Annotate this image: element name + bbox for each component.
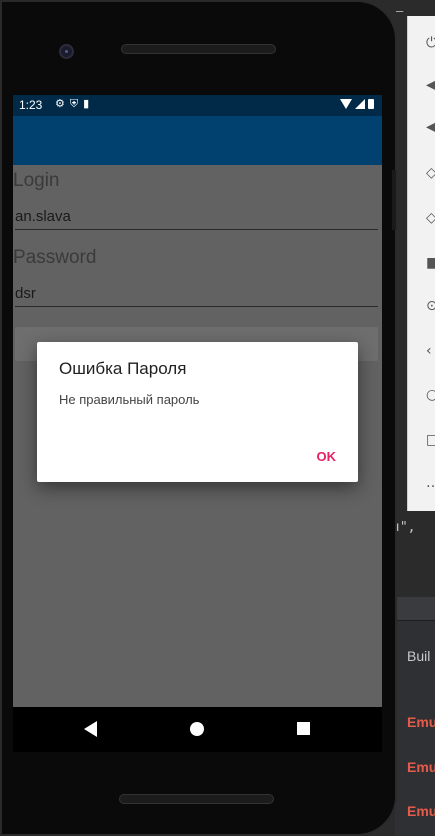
more-icon[interactable]: … bbox=[426, 476, 435, 490]
navigation-bar bbox=[13, 707, 382, 752]
status-time: 1:23 bbox=[19, 98, 43, 112]
dialog-message: Не правильный пароль bbox=[59, 392, 200, 407]
emulator-toolbar: ⏻ ◀ ◀ ◇ ◇ ■ ⊙ ‹ ○ □ … bbox=[407, 16, 435, 511]
back-tool-icon[interactable]: ‹ bbox=[426, 344, 435, 358]
signal-icon bbox=[355, 99, 365, 109]
dialog-title: Ошибка Пароля bbox=[59, 359, 187, 378]
error-item-2[interactable]: Emu bbox=[407, 759, 435, 775]
build-tab-label[interactable]: Buil bbox=[407, 648, 430, 664]
zoom-icon[interactable]: ⊙ bbox=[426, 299, 435, 313]
dialog-ok-button[interactable]: OK bbox=[317, 449, 337, 464]
status-icons-right bbox=[340, 99, 374, 109]
error-item-1[interactable]: Emu bbox=[407, 714, 435, 730]
phone-side-button bbox=[392, 170, 396, 230]
back-icon[interactable] bbox=[84, 721, 97, 737]
power-icon[interactable]: ⏻ bbox=[426, 36, 435, 50]
top-speaker bbox=[121, 44, 276, 54]
bottom-speaker bbox=[119, 794, 274, 804]
status-bar: 1:23 ⚙ ⛨ ▮ bbox=[13, 95, 382, 116]
rotate-left-icon[interactable]: ◇ bbox=[426, 166, 435, 180]
volume-up-icon[interactable]: ◀ bbox=[426, 78, 435, 92]
build-panel-header bbox=[395, 597, 435, 621]
window-minimize-dash[interactable]: – bbox=[396, 4, 403, 18]
error-dialog: Ошибка Пароля Не правильный пароль OK bbox=[37, 342, 358, 482]
front-camera bbox=[59, 44, 74, 59]
battery-icon bbox=[368, 99, 374, 109]
wifi-icon bbox=[340, 99, 352, 109]
home-icon[interactable] bbox=[190, 722, 204, 736]
home-tool-icon[interactable]: ○ bbox=[426, 388, 435, 402]
password-label: Password bbox=[13, 247, 97, 268]
settings-icon: ⚙ bbox=[55, 98, 65, 110]
sd-card-icon: ▮ bbox=[83, 98, 90, 110]
error-item-3[interactable]: Emu bbox=[407, 803, 435, 819]
desktop-screen: – ⏻ ◀ ◀ ◇ ◇ ■ ⊙ ‹ ○ □ … я", Buil Emu Emu… bbox=[0, 0, 435, 836]
status-icons-left: ⚙ ⛨ ▮ bbox=[55, 98, 89, 110]
login-input[interactable]: an.slava bbox=[15, 204, 378, 230]
login-label: Login bbox=[13, 170, 60, 191]
overview-tool-icon[interactable]: □ bbox=[426, 433, 435, 447]
device-screen: 1:23 ⚙ ⛨ ▮ Login an.slava Password dsr О… bbox=[13, 95, 382, 707]
rotate-right-icon[interactable]: ◇ bbox=[426, 211, 435, 225]
recents-icon[interactable] bbox=[297, 722, 310, 735]
camera-icon[interactable]: ■ bbox=[426, 256, 435, 270]
volume-down-icon[interactable]: ◀ bbox=[426, 120, 435, 134]
password-input[interactable]: dsr bbox=[15, 281, 378, 307]
shield-icon: ⛨ bbox=[69, 98, 79, 110]
app-bar bbox=[13, 116, 382, 165]
